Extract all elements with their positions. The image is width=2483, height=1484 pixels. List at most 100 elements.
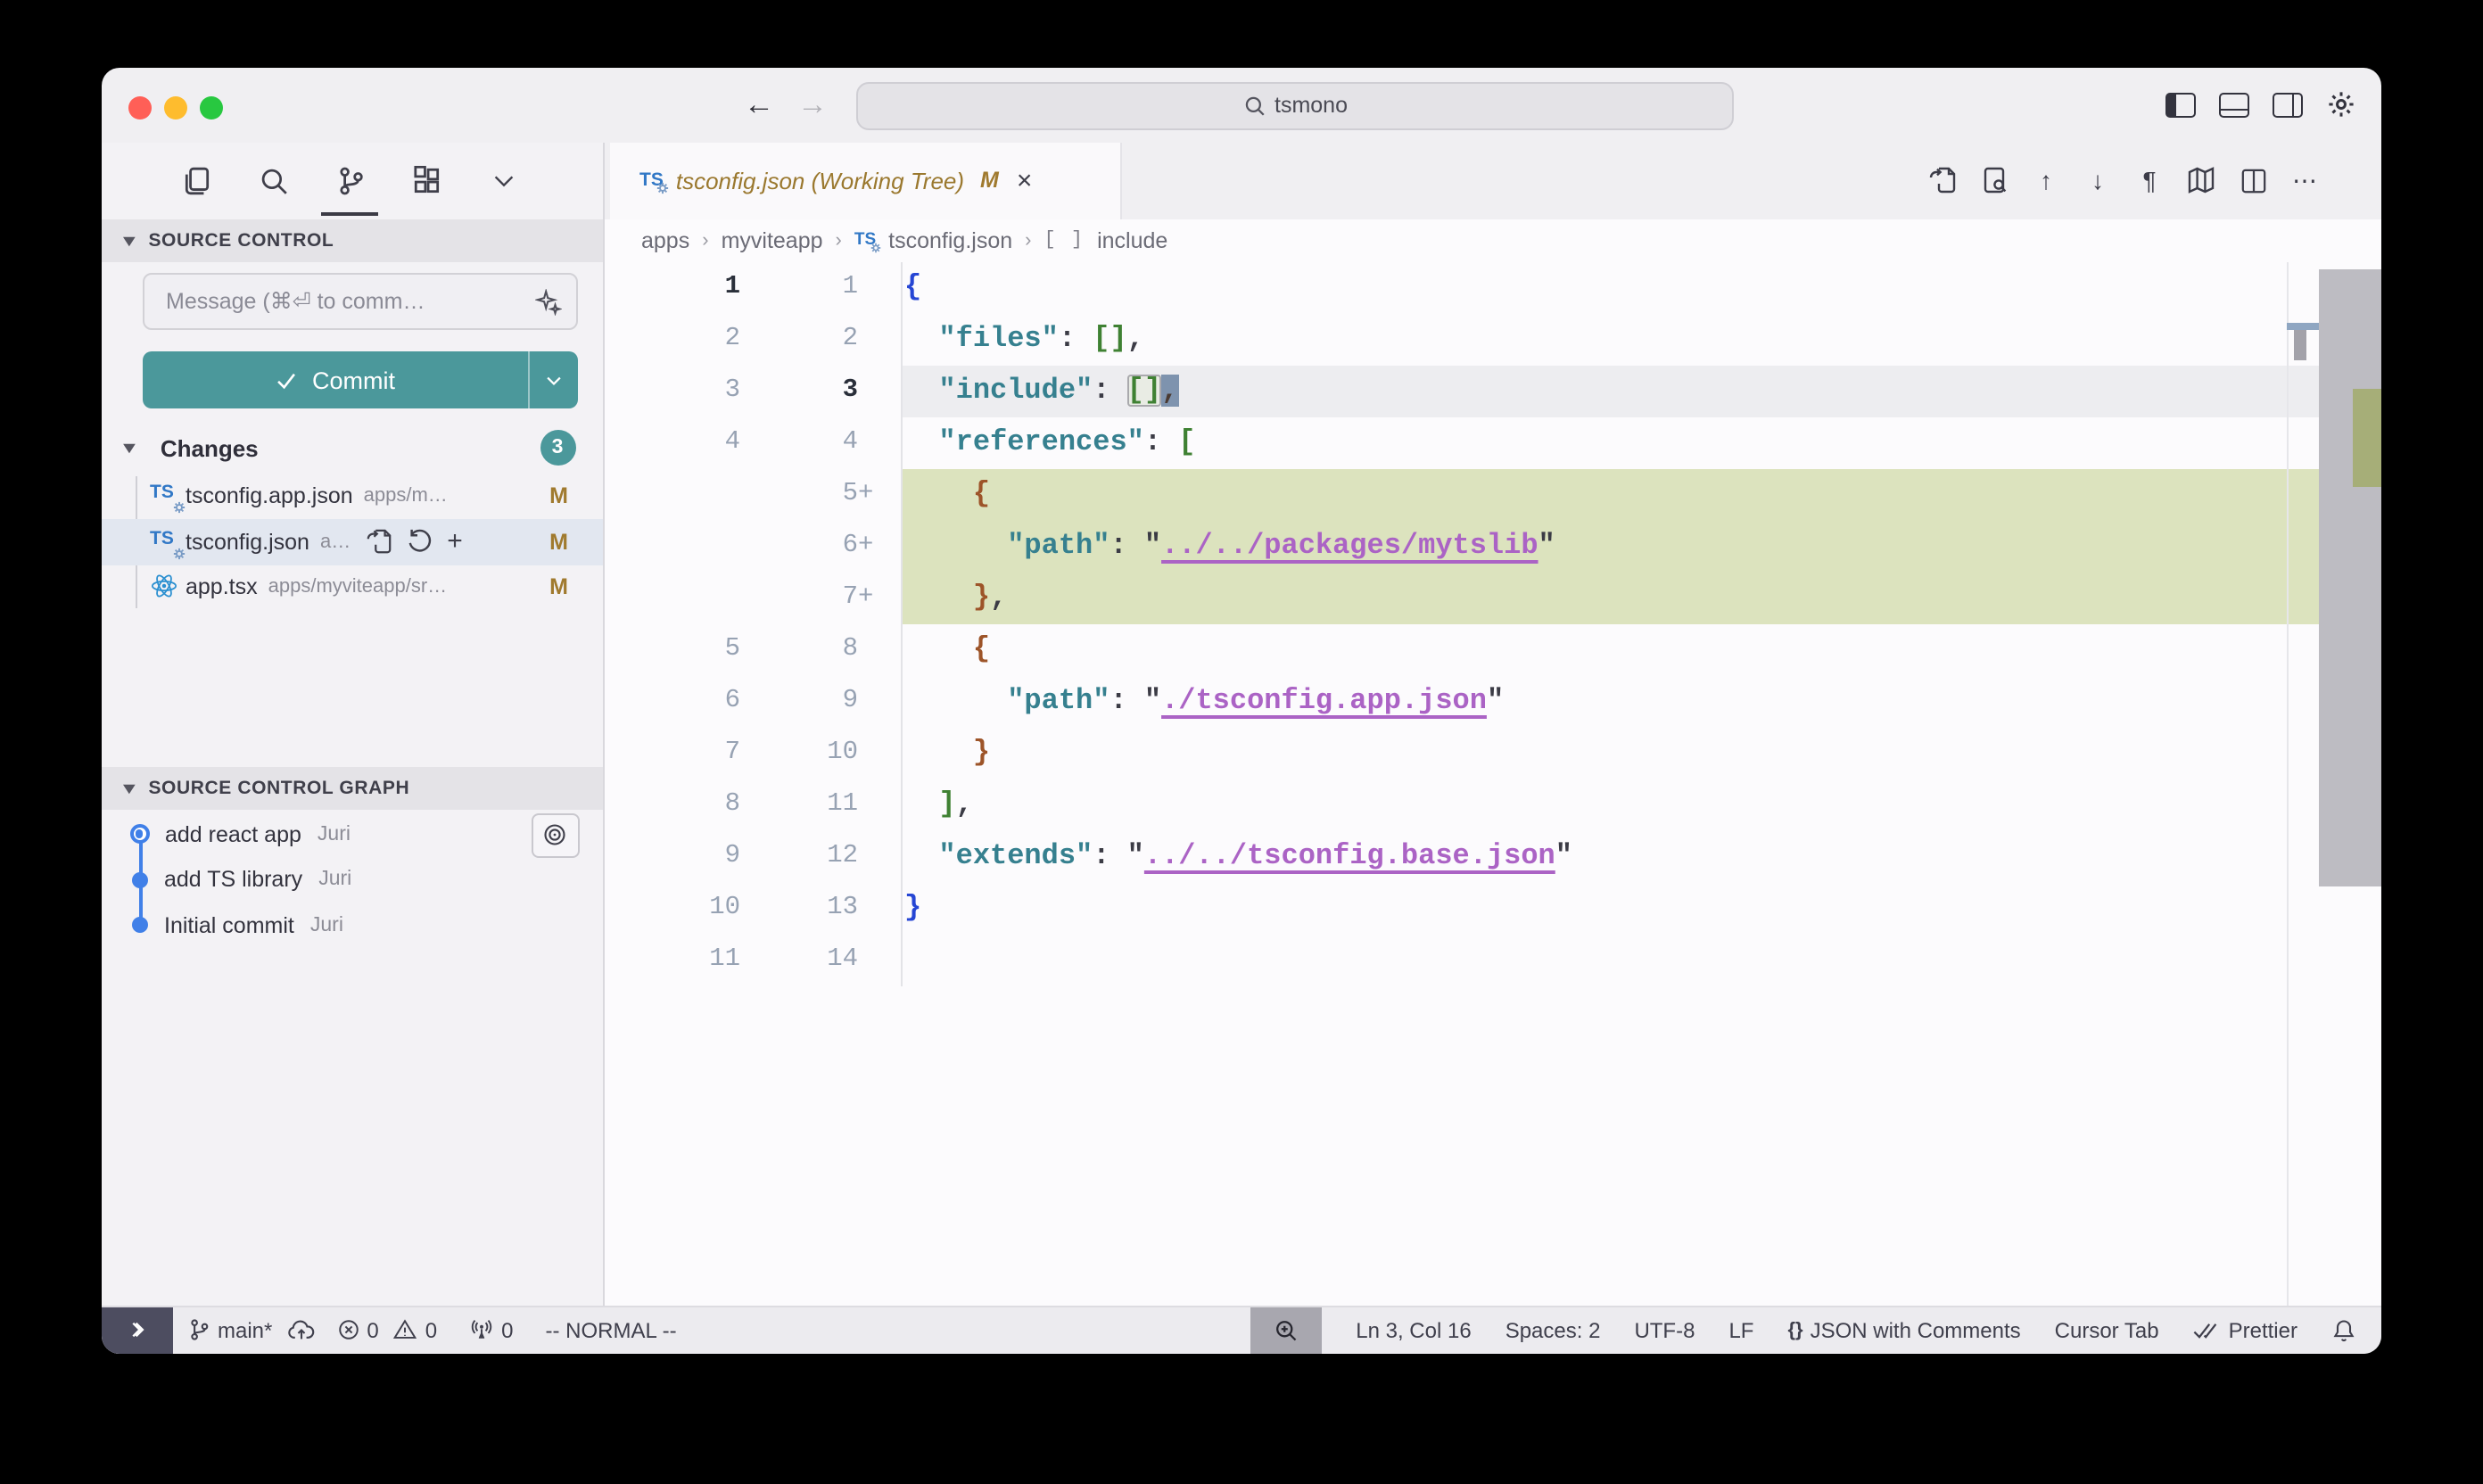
source-control-section-header[interactable]: ▼ SOURCE CONTROL — [102, 218, 602, 261]
indentation-item[interactable]: Spaces: 2 — [1505, 1318, 1601, 1343]
commit-button[interactable]: Commit — [143, 351, 577, 408]
code-text[interactable]: "path": "./tsconfig.app.json" — [903, 676, 2381, 728]
tab-tsconfig-working-tree[interactable]: TS tsconfig.json (Working Tree) M × — [609, 143, 1121, 218]
open-review-icon[interactable] — [1978, 165, 2010, 197]
path-link[interactable]: ../../tsconfig.base.json — [1144, 840, 1555, 872]
toggle-primary-sidebar-icon[interactable] — [2165, 93, 2196, 117]
code-line[interactable]: 22 "files": [], — [604, 314, 2381, 366]
code-line[interactable]: 6+ "path": "../../packages/mytslib" — [604, 521, 2381, 573]
open-changes-icon[interactable] — [1926, 165, 1959, 197]
eol-item[interactable]: LF — [1728, 1318, 1753, 1343]
code-line[interactable]: 7+ }, — [604, 573, 2381, 624]
code-editor[interactable]: 11{22 "files": [],33 "include": [],44 "r… — [604, 262, 2381, 986]
code-line[interactable]: 912 "extends": "../../tsconfig.base.json… — [604, 831, 2381, 883]
vim-mode-indicator[interactable]: -- NORMAL -- — [546, 1318, 677, 1343]
more-actions-icon[interactable]: ⋯ — [2289, 165, 2321, 197]
code-text[interactable]: } — [903, 728, 2381, 779]
code-line[interactable]: 33 "include": [], — [604, 366, 2381, 417]
commit-dropdown-button[interactable] — [527, 351, 577, 408]
explorer-icon[interactable] — [180, 165, 212, 197]
back-icon[interactable]: ← — [744, 87, 774, 123]
warnings-icon — [393, 1319, 418, 1342]
code-line[interactable]: 710 } — [604, 728, 2381, 779]
changed-file-row[interactable]: TS tsconfig.json a… + M — [102, 519, 602, 565]
changed-file-row[interactable]: app.tsx apps/myviteapp/sr… M — [102, 565, 602, 610]
branch-status-item[interactable]: main* — [187, 1318, 315, 1343]
toggle-whitespace-icon[interactable]: ¶ — [2133, 165, 2165, 197]
language-mode-item[interactable]: {} JSON with Comments — [1787, 1318, 2020, 1343]
breadcrumb-item[interactable]: include — [1097, 227, 1167, 252]
goto-current-commit-icon[interactable] — [531, 812, 579, 857]
discard-changes-icon[interactable] — [406, 529, 433, 556]
file-path: apps/myviteapp/sr… — [268, 577, 448, 598]
notifications-bell-icon[interactable] — [2331, 1318, 2381, 1343]
code-token: "files" — [938, 323, 1058, 355]
code-token: "path" — [1007, 530, 1110, 562]
open-file-icon[interactable] — [365, 529, 392, 556]
close-icon[interactable]: × — [1017, 166, 1033, 196]
stage-changes-icon[interactable]: + — [447, 533, 463, 551]
code-line[interactable]: 11{ — [604, 262, 2381, 314]
formatter-item[interactable]: Prettier — [2193, 1318, 2297, 1343]
commit-row[interactable]: add TS library Juri — [102, 857, 602, 903]
source-control-icon[interactable] — [334, 165, 366, 197]
path-link[interactable]: ../../packages/mytslib — [1161, 530, 1538, 562]
source-control-graph-header[interactable]: ▼ SOURCE CONTROL GRAPH — [102, 767, 602, 810]
changes-section-header[interactable]: ▼ Changes 3 — [102, 429, 602, 467]
cursor-position-item[interactable]: Ln 3, Col 16 — [1356, 1318, 1471, 1343]
command-center-search[interactable]: tsmono — [856, 81, 1734, 129]
toggle-panel-icon[interactable] — [2219, 93, 2249, 117]
code-text[interactable]: { — [903, 262, 2381, 314]
code-token: ] — [938, 788, 955, 820]
code-text[interactable]: "include": [], — [903, 366, 2381, 417]
code-text[interactable]: "references": [ — [903, 417, 2381, 469]
new-line-number: 2 — [740, 314, 858, 366]
maximize-window-button[interactable] — [199, 95, 222, 119]
code-text[interactable]: "path": "../../packages/mytslib" — [903, 521, 2381, 573]
editor-scrollbar[interactable] — [2319, 269, 2381, 886]
code-line[interactable]: 1013} — [604, 883, 2381, 935]
code-line[interactable]: 58 { — [604, 624, 2381, 676]
changes-count-badge: 3 — [540, 429, 575, 465]
settings-gear-icon[interactable] — [2326, 90, 2356, 120]
split-editor-icon[interactable] — [2237, 165, 2269, 197]
path-link[interactable]: ./tsconfig.app.json — [1161, 685, 1487, 717]
code-line[interactable]: 44 "references": [ — [604, 417, 2381, 469]
forward-icon[interactable]: → — [797, 87, 828, 123]
more-views-chevron-icon[interactable] — [487, 165, 519, 197]
toggle-secondary-sidebar-icon[interactable] — [2273, 93, 2303, 117]
problems-status-item[interactable]: 0 0 — [336, 1318, 437, 1343]
breadcrumb-item[interactable]: tsconfig.json — [888, 227, 1012, 252]
commit-message-input[interactable] — [162, 287, 522, 316]
zoom-indicator-button[interactable] — [1250, 1307, 1322, 1353]
code-text[interactable]: "files": [], — [903, 314, 2381, 366]
map-icon[interactable] — [2185, 165, 2217, 197]
code-line[interactable]: 811 ], — [604, 779, 2381, 831]
breadcrumb-item[interactable]: apps — [641, 227, 689, 252]
code-text[interactable]: { — [903, 624, 2381, 676]
code-line[interactable]: 1114 — [604, 935, 2381, 986]
code-text[interactable]: ], — [903, 779, 2381, 831]
breadcrumb-item[interactable]: myviteapp — [722, 227, 823, 252]
commit-row[interactable]: Initial commit Juri — [102, 903, 602, 948]
code-text[interactable]: } — [903, 883, 2381, 935]
code-text[interactable]: "extends": "../../tsconfig.base.json" — [903, 831, 2381, 883]
code-line[interactable]: 5+ { — [604, 469, 2381, 521]
search-view-icon[interactable] — [257, 165, 289, 197]
previous-change-icon[interactable]: ↑ — [2030, 165, 2062, 197]
ports-status-item[interactable]: 0 — [469, 1318, 513, 1343]
sparkle-icon[interactable] — [534, 289, 561, 316]
remote-indicator-button[interactable] — [102, 1307, 173, 1353]
next-change-icon[interactable]: ↓ — [2082, 165, 2114, 197]
cursor-tab-item[interactable]: Cursor Tab — [2055, 1318, 2159, 1343]
encoding-item[interactable]: UTF-8 — [1634, 1318, 1695, 1343]
code-text[interactable]: { — [903, 469, 2381, 521]
code-line[interactable]: 69 "path": "./tsconfig.app.json" — [604, 676, 2381, 728]
code-text[interactable]: }, — [903, 573, 2381, 624]
extensions-icon[interactable] — [410, 165, 442, 197]
close-window-button[interactable] — [128, 95, 151, 119]
minimize-window-button[interactable] — [163, 95, 186, 119]
code-text[interactable] — [903, 935, 2381, 986]
commit-row[interactable]: add react app Juri — [102, 812, 602, 857]
changed-file-row[interactable]: TS tsconfig.app.json apps/m… M — [102, 474, 602, 519]
